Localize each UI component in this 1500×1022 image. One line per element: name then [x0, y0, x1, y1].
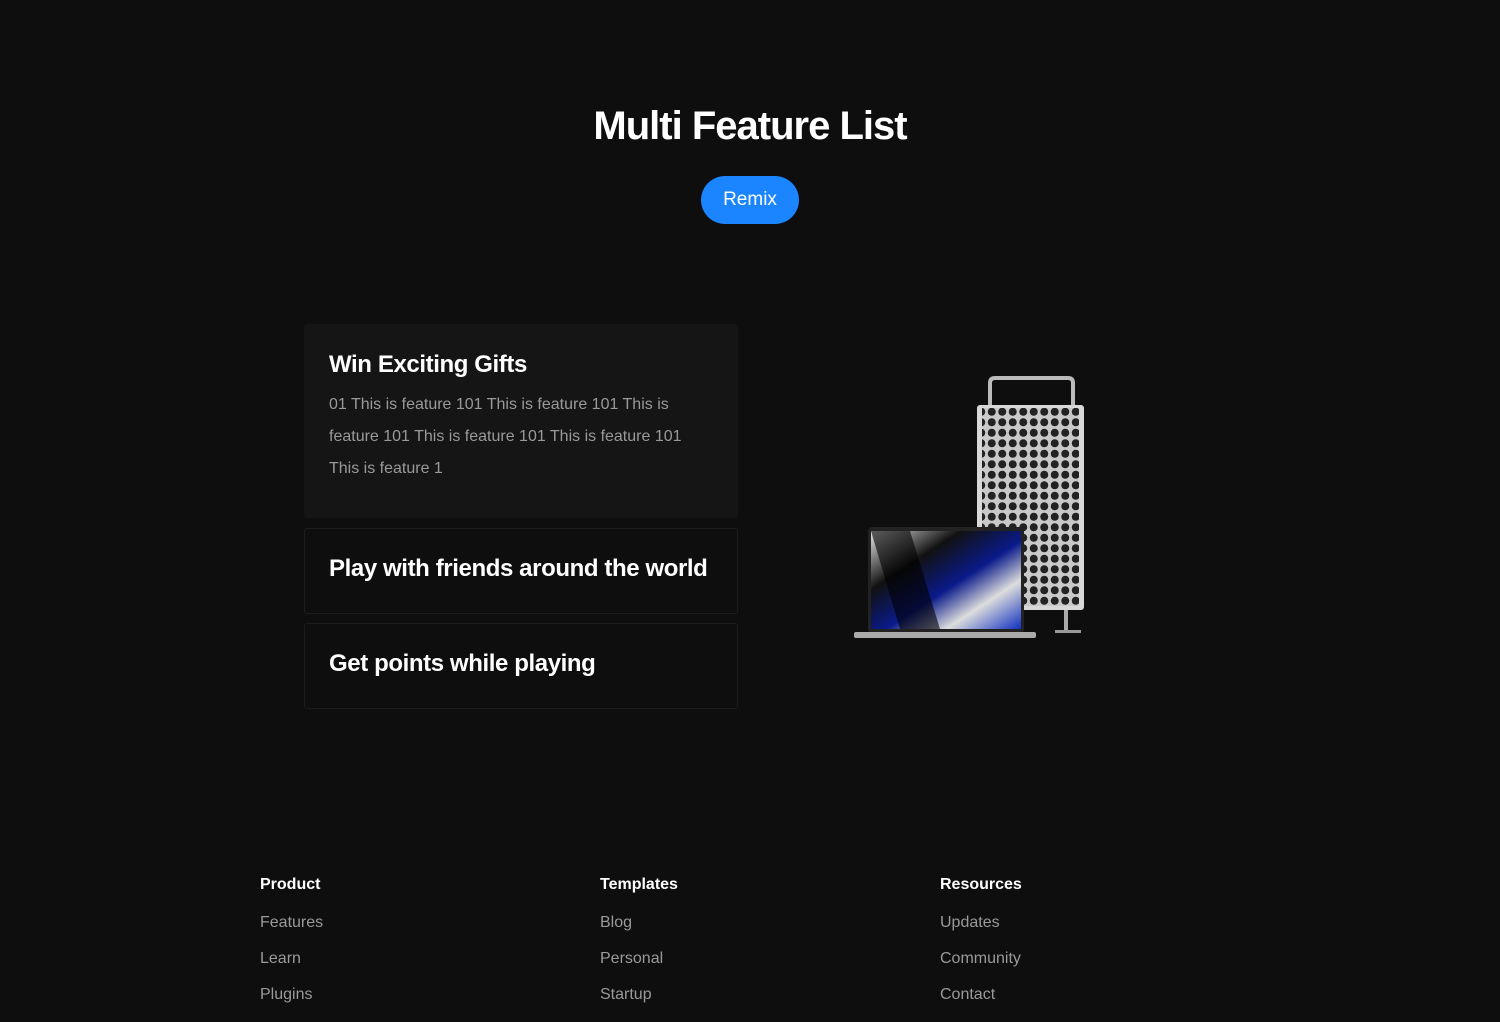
footer-link-updates[interactable]: Updates	[940, 914, 1022, 950]
footer-column-resources: Resources Updates Community Contact	[940, 876, 1022, 1022]
footer-column-templates: Templates Blog Personal Startup	[600, 876, 678, 1022]
footer-link-plugins[interactable]: Plugins	[260, 986, 323, 1022]
feature-title: Play with friends around the world	[329, 555, 708, 582]
footer-heading: Product	[260, 876, 321, 893]
footer-heading: Resources	[940, 876, 1022, 893]
footer-link-learn[interactable]: Learn	[260, 950, 323, 986]
feature-item-win-exciting-gifts[interactable]: Win Exciting Gifts 01 This is feature 10…	[304, 324, 738, 518]
feature-item-play-with-friends[interactable]: Play with friends around the world	[304, 528, 738, 614]
page-title: Multi Feature List	[593, 104, 907, 148]
footer-link-features[interactable]: Features	[260, 914, 323, 950]
footer-column-product: Product Features Learn Plugins	[260, 876, 323, 1022]
feature-title: Win Exciting Gifts	[329, 351, 527, 378]
footer-link-community[interactable]: Community	[940, 950, 1022, 986]
product-image-mac-pro-macbook	[854, 376, 1084, 638]
footer-heading: Templates	[600, 876, 678, 893]
footer-link-contact[interactable]: Contact	[940, 986, 1022, 1022]
remix-button[interactable]: Remix	[701, 176, 799, 224]
feature-title: Get points while playing	[329, 650, 596, 677]
footer-link-personal[interactable]: Personal	[600, 950, 678, 986]
feature-description: 01 This is feature 101 This is feature 1…	[329, 396, 682, 477]
footer-link-blog[interactable]: Blog	[600, 914, 678, 950]
feature-item-get-points[interactable]: Get points while playing	[304, 623, 738, 709]
footer-link-startup[interactable]: Startup	[600, 986, 678, 1022]
